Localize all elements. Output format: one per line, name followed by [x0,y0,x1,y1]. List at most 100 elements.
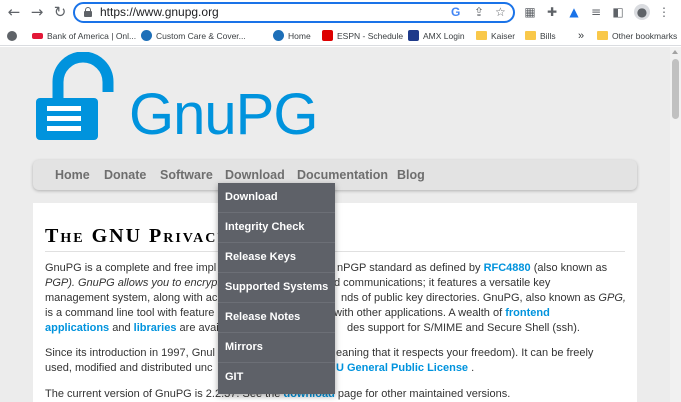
text: . [471,362,475,374]
bofa-icon [32,32,43,39]
profile-avatar-icon[interactable]: ● [634,4,650,20]
forward-icon[interactable]: → [28,3,46,21]
nav-documentation[interactable]: Documentation [297,168,388,183]
bookmark-item[interactable]: AMX Login [408,28,465,43]
site-icon [141,30,152,41]
share-icon[interactable]: ⇪ [474,4,484,21]
libraries-link[interactable]: libraries [134,322,177,334]
bookmark-folder[interactable]: Kaiser [476,28,515,43]
amx-icon [408,30,419,41]
scroll-thumb[interactable] [672,59,679,119]
browser-toolbar: ← → ↻ https://www.gnupg.org G ⇪ ☆ ▦ ✚ ▲ … [0,0,681,25]
text: GPG, [598,292,626,304]
menu-item-release-notes[interactable]: Release Notes [218,303,335,333]
text: (also known as [533,262,608,274]
text: with other applications. A wealth of [334,307,503,319]
bookmark-label: Bank of America | Onl... [47,30,137,41]
divider [45,251,625,252]
menu-item-label: GIT [225,371,244,383]
text-wrap: nPGP standard as defined by RFC4880 (als… [337,261,607,276]
bookmark-label: Home [288,30,311,41]
address-bar[interactable]: https://www.gnupg.org G ⇪ ☆ [73,2,515,23]
site-icon [273,30,284,41]
menu-item-release-keys[interactable]: Release Keys [218,243,335,273]
menu-item-integrity-check[interactable]: Integrity Check [218,213,335,243]
folder-icon [597,31,608,40]
espn-icon [322,30,333,41]
star-icon[interactable]: ☆ [495,4,506,21]
text: nds of public key directories. GnuPG, al… [341,292,596,304]
text: GnuPG is a complete and free impl [45,262,217,274]
bookmark-folder[interactable]: Bills [525,28,556,43]
page-heading: The GNU Privacy [45,225,230,247]
apps-icon[interactable] [7,28,21,43]
nav-blog[interactable]: Blog [397,168,425,183]
text-wrap: with other applications. A wealth of fro… [334,306,550,321]
text: d communications; it features a versatil… [334,277,551,289]
logo-text: GnuPG [129,82,318,147]
menu-item-git[interactable]: GIT [218,363,335,393]
menu-icon[interactable]: ⋮ [656,4,672,20]
reload-icon[interactable]: ↻ [51,3,69,21]
bookmark-label: AMX Login [423,30,465,41]
history-paragraph: Since its introduction in 1997, Gnul ean… [45,346,625,376]
text: page for other maintained versions. [337,388,511,400]
menu-item-label: Download [225,191,278,203]
bookmark-item[interactable]: Home [273,28,311,43]
folder-icon [476,31,487,40]
text: PGP). GnuPG allows you to encrypt [45,277,221,289]
nav-donate[interactable]: Donate [104,168,146,183]
media-icon[interactable]: ≡ [588,4,604,20]
menu-item-download[interactable]: Download [218,183,335,213]
scroll-up-icon[interactable] [672,50,678,54]
text: eaning that it respects your freedom). I… [336,347,594,359]
text: used, modified and distributed unc [45,362,213,374]
menu-item-label: Release Keys [225,251,296,263]
menu-item-supported-systems[interactable]: Supported Systems [218,273,335,303]
text-wrap: nds of public key directories. GnuPG, al… [341,291,626,306]
other-bookmarks-folder[interactable]: Other bookmarks [597,28,677,43]
menu-item-label: Release Notes [225,311,301,323]
more-bookmarks-button[interactable]: » [578,28,584,43]
vertical-scrollbar[interactable] [670,47,681,402]
version-paragraph: The current version of GnuPG is 2.2.37. … [45,387,625,402]
main-content: The GNU Privacy GnuPG is a complete and … [33,203,637,402]
google-lens-icon[interactable]: G [451,4,460,21]
text: and [112,322,131,334]
bookmark-label: Bills [540,30,556,41]
bookmark-label: Custom Care & Cover... [156,30,246,41]
text: are avai [179,322,219,334]
lock-icon[interactable] [84,7,92,17]
frontend-link[interactable]: frontend [505,307,550,319]
nav-home[interactable]: Home [55,168,90,183]
intro-paragraph: GnuPG is a complete and free impl nPGP s… [45,261,626,336]
bookmark-item[interactable]: Bank of America | Onl... [32,28,136,43]
gnupg-logo[interactable]: GnuPG [33,52,318,147]
bookmarks-bar: Bank of America | Onl... Custom Care & C… [0,25,681,46]
page-viewport: GnuPG Home Donate Software Download Docu… [0,47,670,402]
nav-software[interactable]: Software [160,168,213,183]
menu-item-label: Mirrors [225,341,263,353]
menu-item-label: Integrity Check [225,221,305,233]
text: nPGP standard as defined by [337,262,481,274]
side-panel-icon[interactable]: ◧ [610,4,626,20]
text: des support for S/MIME and Secure Shell … [347,322,580,334]
menu-item-mirrors[interactable]: Mirrors [218,333,335,363]
nav-download[interactable]: Download [225,168,285,183]
padlock-logo-icon [36,52,114,140]
folder-icon [525,31,536,40]
download-dropdown-menu: Download Integrity Check Release Keys Su… [218,183,335,394]
applications-link[interactable]: applications [45,322,109,334]
back-icon[interactable]: ← [5,3,23,21]
extensions-icon[interactable]: ✚ [544,4,560,20]
rfc4880-link[interactable]: RFC4880 [484,262,531,274]
extension-icon[interactable]: ▲ [566,4,582,20]
bookmark-item[interactable]: Custom Care & Cover... [141,28,246,43]
text: management system, along with ac [45,292,218,304]
text: is a command line tool with feature [45,307,215,319]
text: Since its introduction in 1997, Gnul [45,347,215,359]
qr-code-icon[interactable]: ▦ [522,4,538,20]
url-text[interactable]: https://www.gnupg.org [100,5,219,20]
bookmark-item[interactable]: ESPN - Schedule [322,28,403,43]
gpl-link[interactable]: U General Public License [336,362,468,374]
